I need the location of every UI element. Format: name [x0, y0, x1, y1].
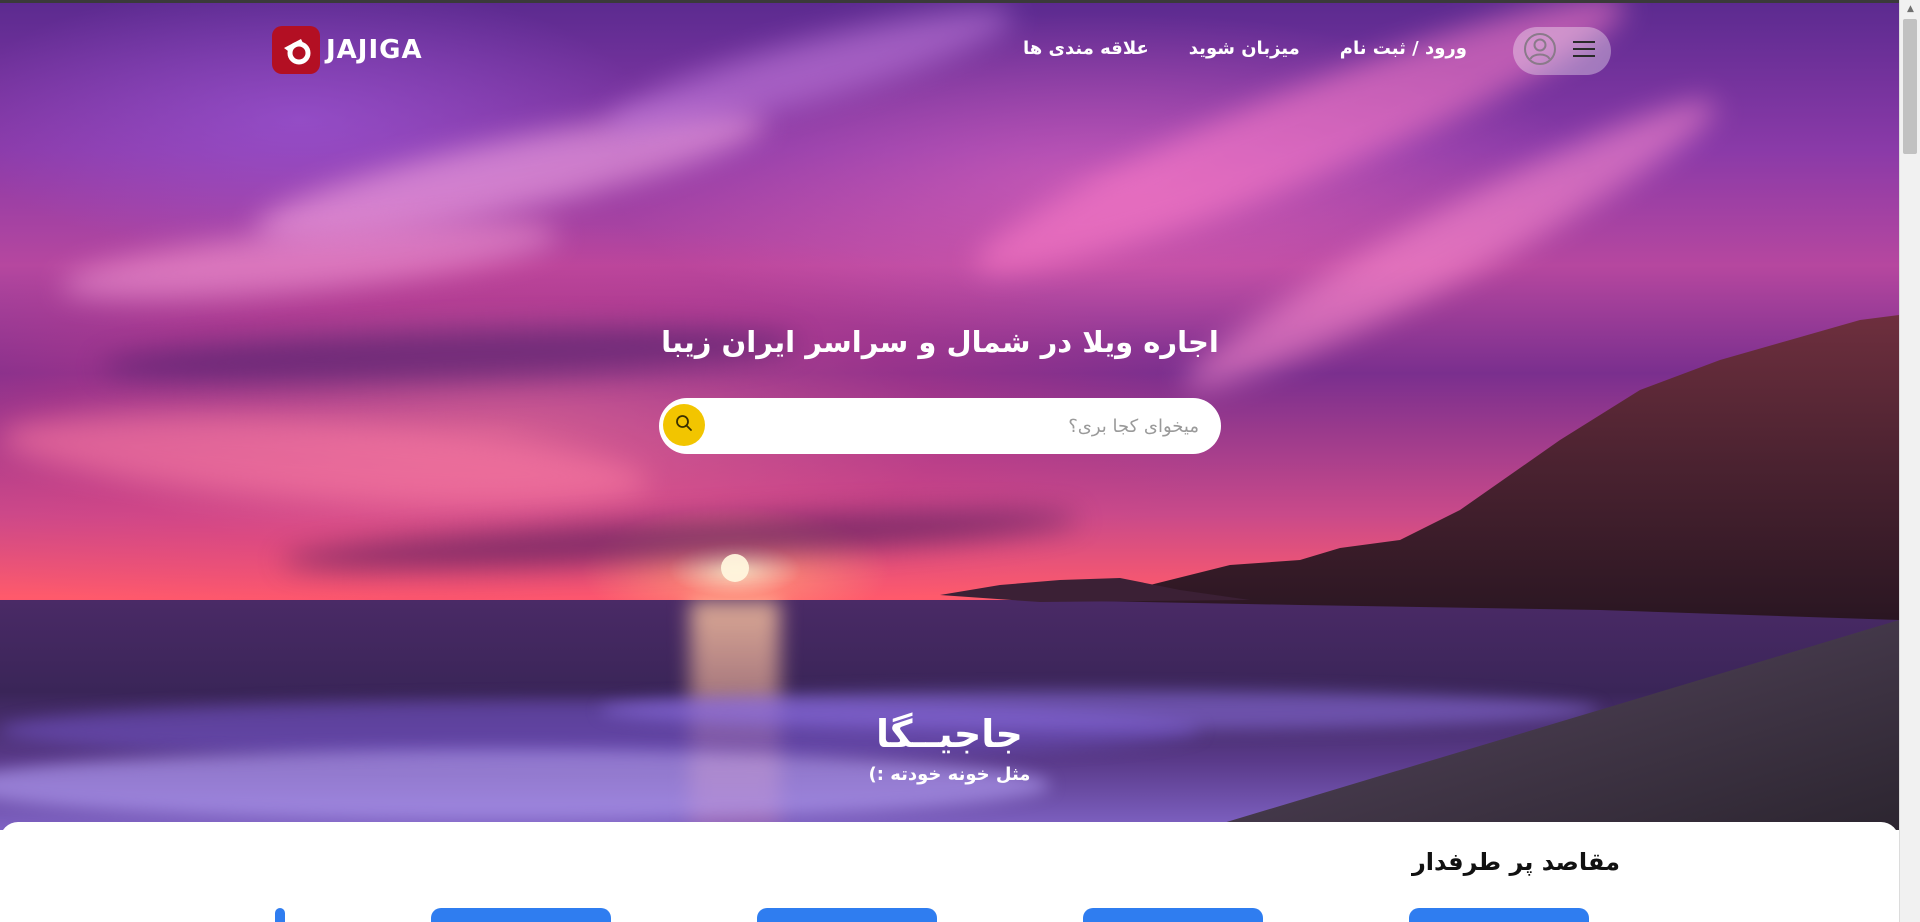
page-viewport: JAJIGA ورود / ثبت نام میزبان شوید علاقه …	[0, 0, 1899, 922]
nav-login-register[interactable]: ورود / ثبت نام	[1340, 38, 1467, 59]
search-input[interactable]	[711, 398, 1205, 454]
brand-name-persian: جاجیــگا	[876, 712, 1023, 756]
hamburger-menu-icon	[1573, 40, 1595, 62]
site-logo[interactable]: JAJIGA	[272, 26, 423, 74]
scrollbar-thumb[interactable]	[1903, 19, 1917, 154]
destination-card[interactable]	[275, 908, 285, 922]
section-title: مقاصد پر طرفدار	[1411, 848, 1620, 876]
destination-card[interactable]	[1409, 908, 1589, 922]
main-nav: ورود / ثبت نام میزبان شوید علاقه مندی ها	[1023, 38, 1467, 59]
vertical-scrollbar[interactable]: ▲	[1899, 0, 1920, 922]
logo-mark-icon	[272, 26, 320, 74]
destination-card[interactable]	[1083, 908, 1263, 922]
search-bar	[659, 398, 1221, 454]
brand-tagline: مثل خونه خودته :)	[868, 764, 1031, 785]
user-menu-button[interactable]	[1513, 27, 1611, 75]
logo-text: JAJIGA	[326, 35, 423, 65]
popular-destinations-section: مقاصد پر طرفدار	[0, 822, 1899, 922]
site-header: JAJIGA ورود / ثبت نام میزبان شوید علاقه …	[0, 0, 1899, 100]
user-avatar-icon	[1523, 32, 1557, 70]
nav-favorites[interactable]: علاقه مندی ها	[1023, 38, 1149, 59]
hero-title: اجاره ویلا در شمال و سراسر ایران زیبا	[661, 325, 1219, 359]
search-icon	[675, 414, 693, 436]
nav-become-host[interactable]: میزبان شوید	[1189, 38, 1300, 59]
destination-card[interactable]	[757, 908, 937, 922]
scroll-up-arrow-icon[interactable]: ▲	[1900, 0, 1920, 17]
search-button[interactable]	[663, 404, 705, 446]
destination-card[interactable]	[431, 908, 611, 922]
